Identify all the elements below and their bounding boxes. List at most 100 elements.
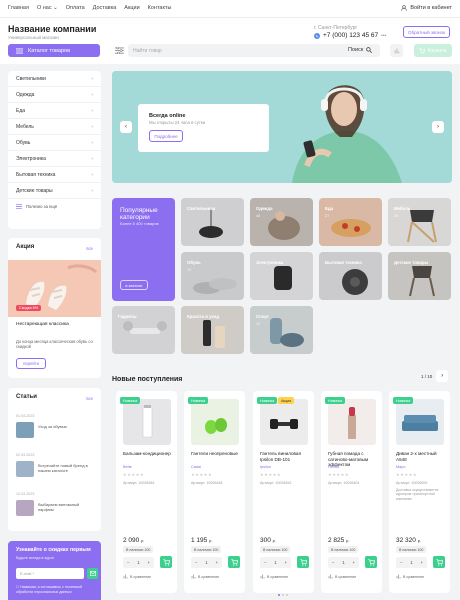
search-input[interactable]: Найти товар: [128, 44, 380, 57]
pager-next-arrow-icon[interactable]: ›: [436, 370, 449, 382]
product-card[interactable]: Новинка Губная помада с сатиново-матовым …: [321, 391, 382, 593]
product-name[interactable]: Диван 2-х местный A548: [396, 451, 448, 462]
promo-title[interactable]: Нестареющая классика: [16, 322, 69, 327]
add-to-cart-button[interactable]: [160, 556, 172, 568]
carousel-dot[interactable]: [278, 594, 280, 596]
sidebar-item-clothes[interactable]: Одежда ›: [8, 87, 101, 103]
subscribe-send-button[interactable]: [87, 568, 98, 579]
category-tile-gadgets[interactable]: Гаджеты: [112, 306, 175, 354]
category-tile-shoes[interactable]: Обувь 10: [181, 252, 244, 300]
to-catalog-button[interactable]: в каталог: [120, 280, 148, 290]
sidebar-item-kids[interactable]: Детские товары ›: [8, 183, 101, 199]
sidebar-item-appliances[interactable]: Бытовая техника ›: [8, 167, 101, 183]
minus-icon[interactable]: −: [332, 560, 335, 565]
compare-link[interactable]: В сравнение: [396, 574, 424, 579]
product-name[interactable]: Бальзам-кондиционер: [123, 451, 175, 457]
quantity-stepper[interactable]: − 1 +: [191, 557, 222, 568]
add-to-cart-button[interactable]: [228, 556, 240, 568]
filter-icon[interactable]: [115, 47, 124, 54]
consent-checkbox[interactable]: ☐ Нажимая, я соглашаюсь с политикой обра…: [16, 585, 98, 594]
product-image[interactable]: [396, 399, 444, 445]
product-image[interactable]: [191, 399, 239, 445]
callback-button[interactable]: Обратный звонок: [403, 26, 450, 38]
hero-more-button[interactable]: Подробнее: [149, 130, 183, 142]
category-tile-lamps[interactable]: Светильники: [181, 198, 244, 246]
product-name[interactable]: Гантель виниловая Ipsilon DB-101: [260, 451, 312, 462]
article-item[interactable]: 12.03.2023 Выбираем винтажный парфюм: [16, 492, 96, 522]
nav-link-about[interactable]: О нас ⌄: [37, 5, 58, 11]
compare-link[interactable]: В сравнение: [191, 574, 219, 579]
nav-link-delivery[interactable]: Доставка: [93, 5, 117, 11]
compare-icon[interactable]: [390, 44, 403, 57]
article-title[interactable]: Встречайте новый бренд в нашем каталоге: [38, 463, 94, 473]
nav-link-payment[interactable]: Оплата: [66, 5, 85, 11]
product-card[interactable]: Новинка Гантели неопреновые Cadai ★★★★★ Арти…: [184, 391, 245, 593]
company-name[interactable]: Название компании: [8, 24, 96, 34]
category-tile-clothes[interactable]: Одежда 48: [250, 198, 313, 246]
product-image[interactable]: [328, 399, 376, 445]
plus-icon[interactable]: +: [215, 560, 218, 565]
category-tile-electronics[interactable]: Электроника: [250, 252, 313, 300]
quantity-stepper[interactable]: − 1 +: [260, 557, 291, 568]
product-brand[interactable]: Cadai: [191, 465, 201, 469]
category-tile-appliances[interactable]: Бытовая техника: [319, 252, 382, 300]
more-contacts-icon[interactable]: •••: [381, 33, 386, 39]
hero-next-arrow-icon[interactable]: ›: [432, 121, 444, 133]
nav-link-home[interactable]: Главная: [8, 5, 29, 11]
promo-go-button[interactable]: перейти: [16, 358, 46, 369]
carousel-dot[interactable]: [282, 594, 284, 596]
quantity-stepper[interactable]: − 1 +: [396, 557, 427, 568]
sidebar-item-electronics[interactable]: Электроника ›: [8, 151, 101, 167]
plus-icon[interactable]: +: [284, 560, 287, 565]
cart-button[interactable]: Корзина: [414, 44, 452, 57]
product-card[interactable]: Новинка Диван 2-х местный A548 Mapo ★★★★★ Ар…: [389, 391, 450, 593]
plus-icon[interactable]: +: [420, 560, 423, 565]
compare-link[interactable]: В сравнение: [123, 574, 151, 579]
sidebar-item-lamps[interactable]: Светильники ›: [8, 71, 101, 87]
popular-categories-card[interactable]: Популярные категории Более 5 400 товаров…: [112, 198, 175, 301]
sidebar-item-shoes[interactable]: Обувь ›: [8, 135, 101, 151]
product-name[interactable]: Гантели неопреновые: [191, 451, 243, 457]
minus-icon[interactable]: −: [127, 560, 130, 565]
sidebar-item-furniture[interactable]: Мебель ›: [8, 119, 101, 135]
category-tile-food[interactable]: Еда 27: [319, 198, 382, 246]
nav-link-contacts[interactable]: Контакты: [148, 5, 172, 11]
phone-number[interactable]: +7 (000) 123 45 67 •••: [314, 32, 386, 39]
carousel-dot[interactable]: [286, 594, 288, 596]
product-image[interactable]: [260, 399, 308, 445]
article-item[interactable]: 02.03.2023 Встречайте новый бренд в нашем…: [16, 453, 96, 483]
category-tile-beauty[interactable]: Красота и уход: [181, 306, 244, 354]
article-title[interactable]: Выбираем винтажный парфюм: [38, 502, 94, 512]
product-brand[interactable]: Ipsilon: [260, 465, 271, 469]
product-card[interactable]: Новинка Бальзам-кондиционер Bette ★★★★★ Арти…: [116, 391, 177, 593]
add-to-cart-button[interactable]: [365, 556, 377, 568]
minus-icon[interactable]: −: [195, 560, 198, 565]
product-brand[interactable]: Mapo: [396, 465, 406, 469]
minus-icon[interactable]: −: [264, 560, 267, 565]
category-tile-sport[interactable]: Спорт 12: [250, 306, 313, 354]
article-item[interactable]: 01.04.2023 Уход за обувью: [16, 414, 96, 444]
sidebar-item-food[interactable]: Еда ›: [8, 103, 101, 119]
hero-prev-arrow-icon[interactable]: ‹: [120, 121, 132, 133]
compare-link[interactable]: В сравнение: [328, 574, 356, 579]
promo-all-link[interactable]: все: [86, 246, 93, 251]
plus-icon[interactable]: +: [147, 560, 150, 565]
product-card[interactable]: Новинка Акция Гантель виниловая Ipsilon DB…: [253, 391, 314, 593]
search-button[interactable]: Поиск: [348, 47, 373, 53]
quantity-stepper[interactable]: − 1 +: [123, 557, 154, 568]
login-link[interactable]: Войти в кабинет: [401, 5, 452, 11]
plus-icon[interactable]: +: [352, 560, 355, 565]
catalog-button[interactable]: Каталог товаров: [8, 44, 100, 57]
minus-icon[interactable]: −: [400, 560, 403, 565]
product-image[interactable]: [123, 399, 171, 445]
product-brand[interactable]: Bette: [123, 465, 132, 469]
category-tile-furniture[interactable]: Мебель 26: [388, 198, 451, 246]
quantity-stepper[interactable]: − 1 +: [328, 557, 359, 568]
email-field[interactable]: E-mail *: [16, 568, 84, 579]
compare-link[interactable]: В сравнение: [260, 574, 288, 579]
product-brand[interactable]: Helma: [328, 465, 339, 469]
add-to-cart-button[interactable]: [297, 556, 309, 568]
city-selector[interactable]: г. Санкт-Петербург: [314, 25, 357, 31]
article-title[interactable]: Уход за обувью: [38, 424, 94, 429]
category-tile-kids[interactable]: Детские товары: [388, 252, 451, 300]
